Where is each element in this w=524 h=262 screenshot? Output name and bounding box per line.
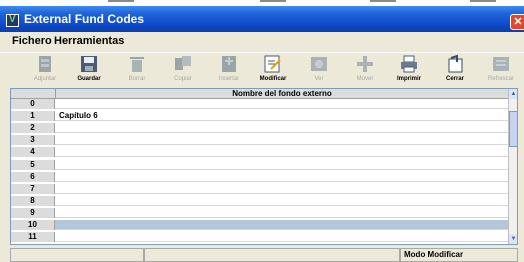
scroll-up-icon[interactable]: ▲ — [509, 89, 517, 99]
toolbar-label: Refrescar — [487, 76, 514, 82]
refrescar-button[interactable]: Refrescar — [478, 54, 524, 86]
toolbar-label: Guardar — [77, 76, 101, 82]
row-number[interactable]: 6 — [11, 171, 55, 182]
copy-icon — [173, 54, 193, 74]
printer-icon — [399, 54, 419, 74]
table-row[interactable]: 10 — [11, 220, 508, 230]
toolbar-label: Borrar — [128, 76, 146, 82]
row-number[interactable]: 10 — [11, 220, 55, 230]
vertical-scrollbar[interactable]: ▲ ▼ — [508, 89, 517, 244]
table-row[interactable]: 6 — [11, 171, 508, 182]
toolbar-label: Cerrar — [445, 76, 464, 82]
status-mode: Modo Modificar — [400, 248, 518, 262]
row-number[interactable]: 4 — [11, 147, 55, 158]
toolbar-label: Insertar — [218, 76, 240, 82]
adjuntar-button[interactable]: Adjuntar — [22, 54, 68, 86]
table-row[interactable]: 0 — [11, 99, 508, 109]
toolbar-label: Adjuntar — [33, 76, 57, 82]
row-number[interactable]: 0 — [11, 99, 55, 109]
row-number[interactable]: 11 — [11, 232, 55, 243]
scroll-thumb[interactable] — [509, 111, 517, 147]
cerrar-button[interactable]: Cerrar — [432, 54, 478, 86]
close-door-icon — [445, 54, 465, 74]
edit-icon — [263, 54, 283, 74]
fund-codes-grid[interactable]: Nombre del fondo externo 0 1 Capítulo 6 234… — [10, 88, 518, 245]
table-row[interactable]: 2 — [11, 123, 508, 134]
toolbar-label: Ver — [314, 76, 324, 82]
app-icon — [6, 14, 19, 27]
table-row[interactable]: 9 — [11, 207, 508, 218]
insertar-button[interactable]: Insertar — [206, 54, 252, 86]
menu-bar: Fichero Herramientas — [0, 32, 524, 50]
row-number[interactable]: 1 — [11, 111, 55, 122]
save-icon — [79, 54, 99, 74]
copiar-button[interactable]: Copiar — [160, 54, 206, 86]
guardar-button[interactable]: Guardar — [66, 54, 112, 86]
menu-herramientas[interactable]: Herramientas — [54, 35, 124, 47]
title-bar[interactable]: External Fund Codes ✕ — [0, 6, 524, 32]
table-row[interactable]: 11 — [11, 232, 508, 243]
row-number[interactable]: 9 — [11, 207, 55, 218]
table-row[interactable]: 4 — [11, 147, 508, 158]
ver-button[interactable]: Ver — [296, 54, 342, 86]
row-number[interactable]: 2 — [11, 123, 55, 134]
table-row[interactable]: 3 — [11, 135, 508, 146]
status-bar: Modo Modificar — [0, 248, 524, 262]
row-number[interactable]: 5 — [11, 159, 55, 170]
table-row[interactable]: 1 Capítulo 6 — [11, 111, 508, 122]
refresh-icon — [491, 54, 511, 74]
column-header-fund-name[interactable]: Nombre del fondo externo — [55, 89, 508, 99]
status-pane-1 — [10, 248, 144, 262]
move-icon — [355, 54, 375, 74]
view-icon — [309, 54, 329, 74]
attach-icon — [35, 54, 55, 74]
insert-icon — [219, 54, 239, 74]
toolbar-label: Mover — [356, 76, 374, 82]
grid-header: Nombre del fondo externo — [11, 89, 508, 99]
scroll-down-icon[interactable]: ▼ — [509, 234, 517, 244]
row-number[interactable]: 7 — [11, 183, 55, 194]
status-pane-2 — [144, 248, 400, 262]
fund-name-cell[interactable]: Capítulo 6 — [59, 111, 98, 121]
borrar-button[interactable]: Borrar — [114, 54, 160, 86]
window-title: External Fund Codes — [24, 12, 145, 26]
mover-button[interactable]: Mover — [342, 54, 388, 86]
toolbar-label: Modificar — [259, 76, 287, 82]
menu-fichero[interactable]: Fichero — [12, 35, 52, 47]
modificar-button[interactable]: Modificar — [250, 54, 296, 86]
trash-icon — [127, 54, 147, 74]
table-row[interactable]: 5 — [11, 159, 508, 170]
imprimir-button[interactable]: Imprimir — [386, 54, 432, 86]
toolbar-label: Imprimir — [396, 76, 421, 82]
close-button[interactable]: ✕ — [510, 14, 524, 30]
toolbar-label: Copiar — [174, 76, 192, 82]
toolbar: Adjuntar Guardar Borrar Copiar Insertar Modif… — [0, 52, 524, 87]
row-number[interactable]: 8 — [11, 195, 55, 206]
table-row[interactable]: 7 — [11, 183, 508, 194]
table-row[interactable]: 8 — [11, 195, 508, 206]
row-number[interactable]: 3 — [11, 135, 55, 146]
